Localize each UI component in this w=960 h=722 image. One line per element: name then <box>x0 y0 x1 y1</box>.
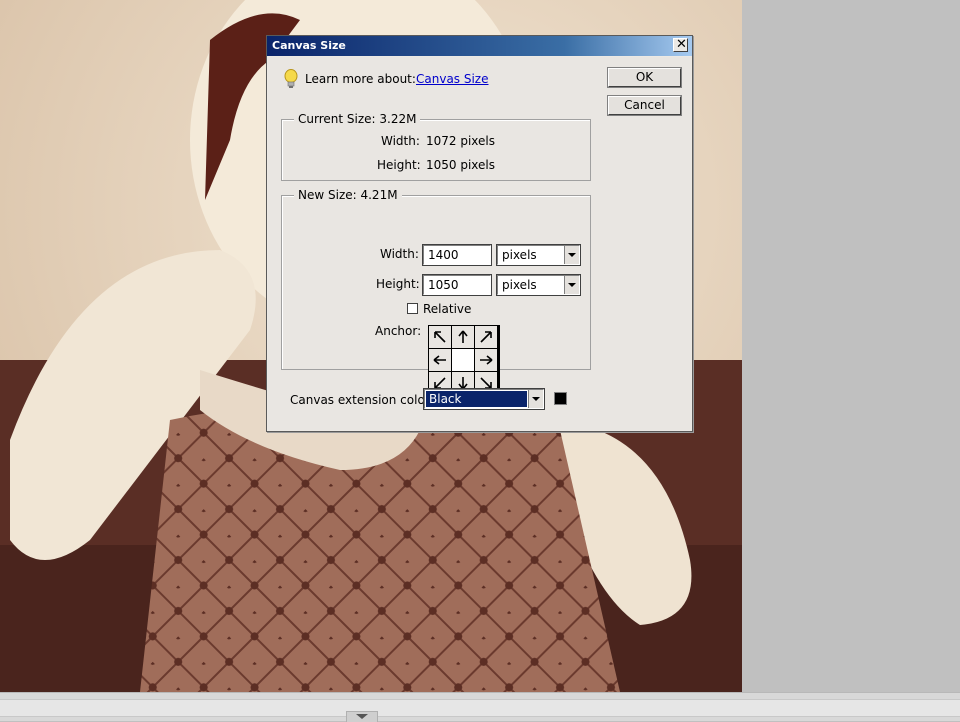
current-size-title: Current Size: 3.22M <box>294 112 421 126</box>
chevron-down-icon <box>356 714 368 719</box>
workspace-background <box>742 0 960 692</box>
relative-checkbox[interactable] <box>407 303 418 314</box>
current-height-value: 1050 pixels <box>426 158 496 172</box>
relative-label: Relative <box>423 302 472 316</box>
new-width-label: Width: <box>380 247 419 261</box>
dialog-body: Learn more about: Canvas Size OK Cancel … <box>268 57 691 430</box>
anchor-label: Anchor: <box>375 324 422 338</box>
arrow-down-icon <box>458 377 468 390</box>
anchor-left[interactable] <box>429 349 451 371</box>
bottom-panel-strip <box>0 699 960 717</box>
arrow-up-right-icon <box>480 331 492 343</box>
height-unit-value: pixels <box>502 278 537 292</box>
anchor-top-right[interactable] <box>475 326 497 348</box>
arrow-right-icon <box>480 355 493 365</box>
arrow-down-right-icon <box>480 377 492 389</box>
bottom-panel-bar <box>0 692 960 722</box>
current-size-group: Current Size: 3.22M Width: 1072 pixels H… <box>281 112 591 181</box>
ok-button[interactable]: OK <box>607 67 682 88</box>
learn-more-link[interactable]: Canvas Size <box>416 72 489 86</box>
arrow-up-icon <box>458 330 468 343</box>
dialog-titlebar[interactable]: Canvas Size ✕ <box>267 36 692 56</box>
arrow-left-icon <box>433 355 446 365</box>
anchor-top[interactable] <box>452 326 474 348</box>
current-width-label: Width: <box>381 134 420 148</box>
width-unit-value: pixels <box>502 248 537 262</box>
extension-color-select[interactable]: Black <box>423 388 545 410</box>
anchor-right[interactable] <box>475 349 497 371</box>
new-height-input[interactable]: 1050 <box>422 274 492 296</box>
current-height-label: Height: <box>377 158 421 172</box>
dialog-title: Canvas Size <box>272 39 346 52</box>
cancel-button[interactable]: Cancel <box>607 95 682 116</box>
canvas-size-dialog: Canvas Size ✕ Learn more about: Canvas S… <box>266 35 693 432</box>
new-size-title: New Size: 4.21M <box>294 188 402 202</box>
close-button[interactable]: ✕ <box>673 37 688 52</box>
arrow-up-left-icon <box>434 331 446 343</box>
new-width-input[interactable]: 1400 <box>422 244 492 266</box>
height-unit-select[interactable]: pixels <box>496 274 581 296</box>
chevron-down-icon[interactable] <box>564 276 579 294</box>
current-width-value: 1072 pixels <box>426 134 496 148</box>
width-unit-select[interactable]: pixels <box>496 244 581 266</box>
extension-color-swatch[interactable] <box>554 392 567 405</box>
new-height-label: Height: <box>376 277 420 291</box>
extension-color-value: Black <box>426 391 527 407</box>
close-icon: ✕ <box>676 37 687 52</box>
extension-color-label: Canvas extension color: <box>290 393 434 407</box>
anchor-grid <box>428 325 500 397</box>
chevron-down-icon[interactable] <box>528 390 543 408</box>
anchor-top-left[interactable] <box>429 326 451 348</box>
learn-more-label: Learn more about: <box>305 72 416 86</box>
panel-collapse-handle[interactable] <box>346 711 378 722</box>
chevron-down-icon[interactable] <box>564 246 579 264</box>
lightbulb-icon <box>284 69 298 88</box>
anchor-center[interactable] <box>452 349 474 371</box>
arrow-down-left-icon <box>434 377 446 389</box>
